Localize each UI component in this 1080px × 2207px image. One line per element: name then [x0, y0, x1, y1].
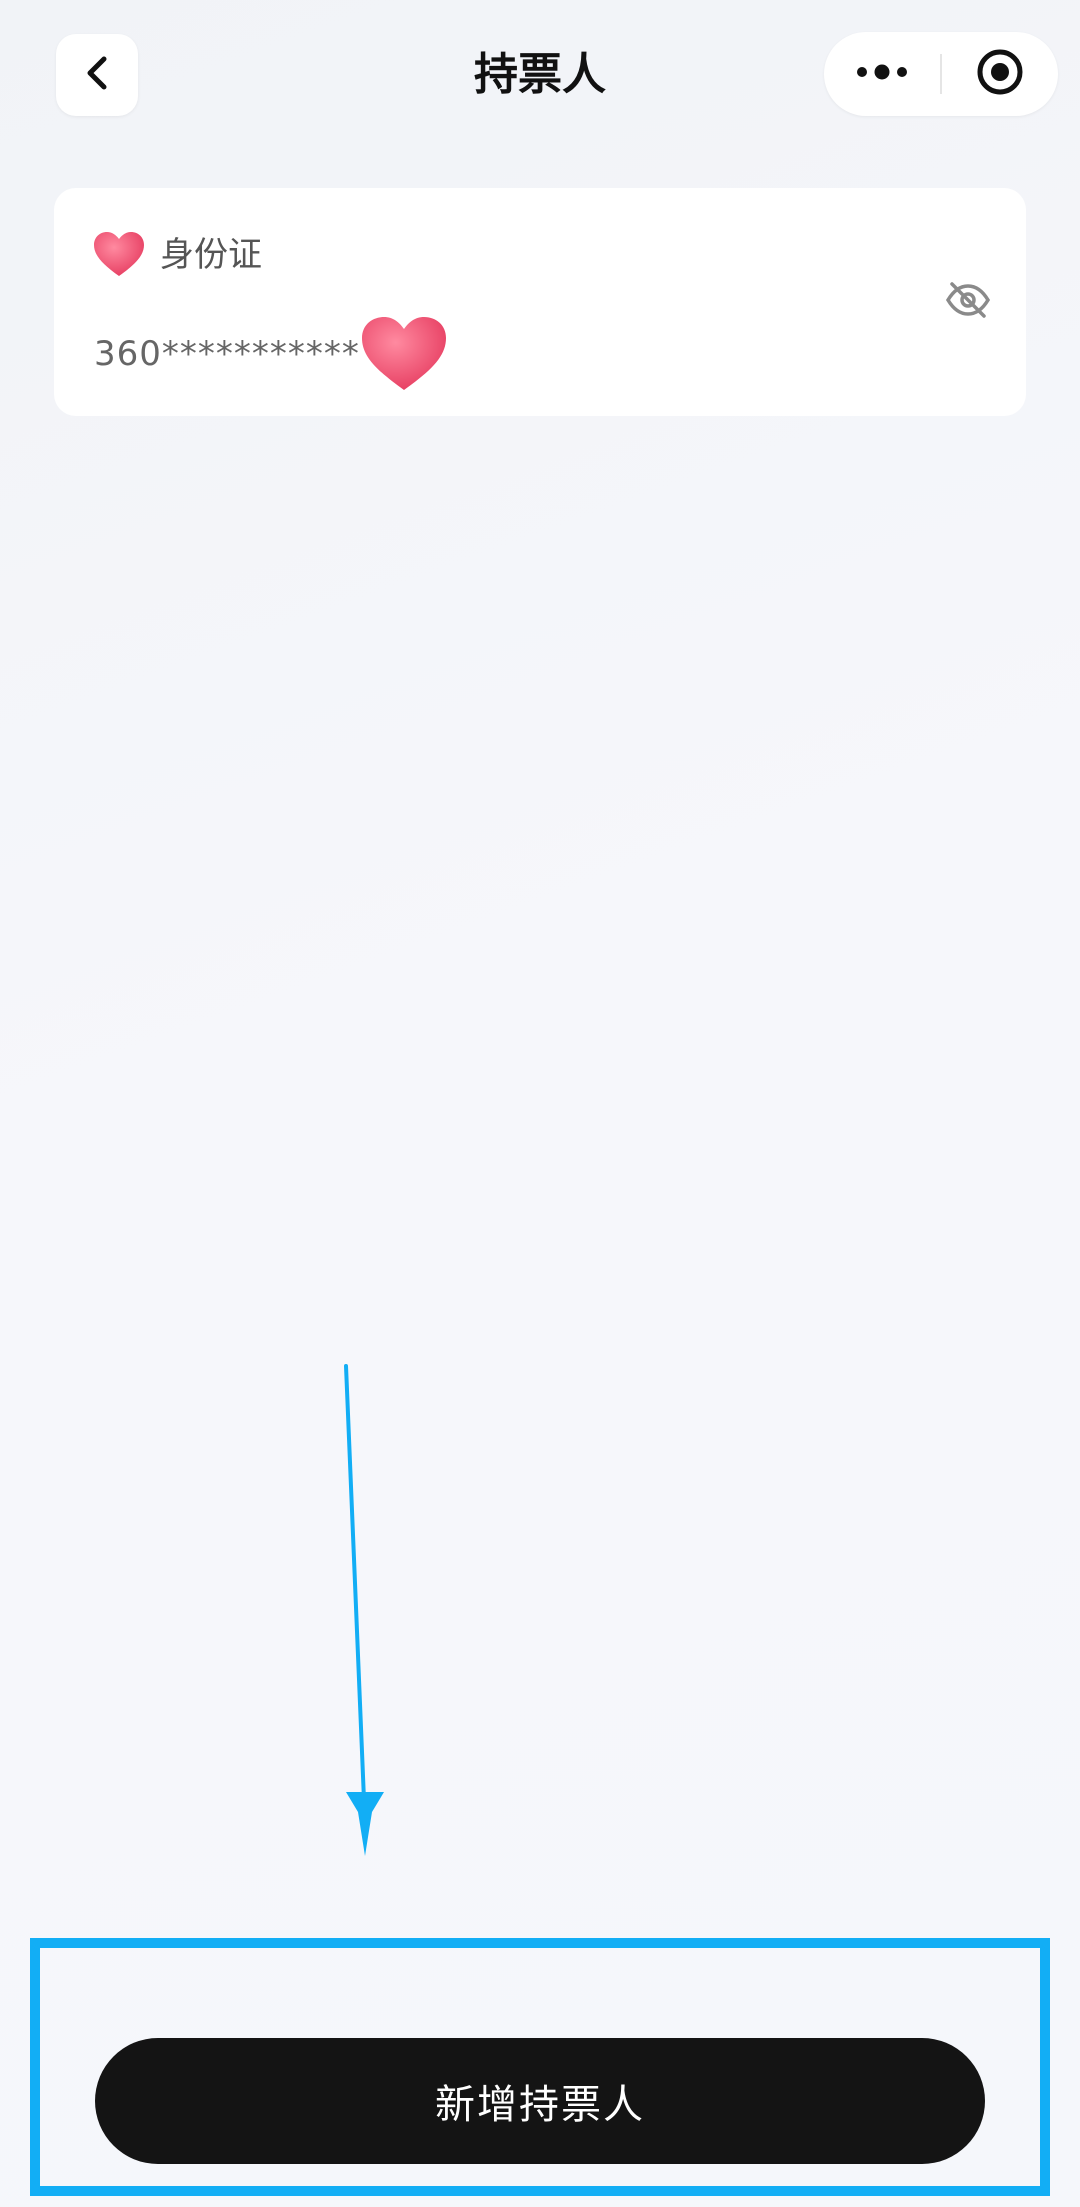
add-holder-button[interactable]: 新增持票人	[95, 2038, 985, 2164]
more-button[interactable]	[824, 32, 940, 116]
eye-off-icon	[944, 280, 992, 324]
annotation-arrow	[320, 1360, 400, 1860]
holder-card[interactable]: 身份证 360***********	[54, 188, 1026, 416]
toggle-visibility-button[interactable]	[940, 274, 996, 330]
more-dots-icon	[854, 62, 910, 86]
id-type-label: 身份证	[160, 235, 262, 275]
heart-icon	[92, 230, 146, 280]
close-miniapp-button[interactable]	[942, 32, 1058, 116]
miniapp-capsule	[824, 32, 1058, 116]
heart-icon	[358, 314, 450, 394]
top-nav-bar: 持票人	[0, 0, 1080, 150]
holder-name-row: 身份证	[92, 230, 262, 280]
id-number-row: 360***********	[94, 314, 450, 394]
target-circle-icon	[975, 47, 1025, 101]
id-number: 360***********	[94, 334, 360, 374]
